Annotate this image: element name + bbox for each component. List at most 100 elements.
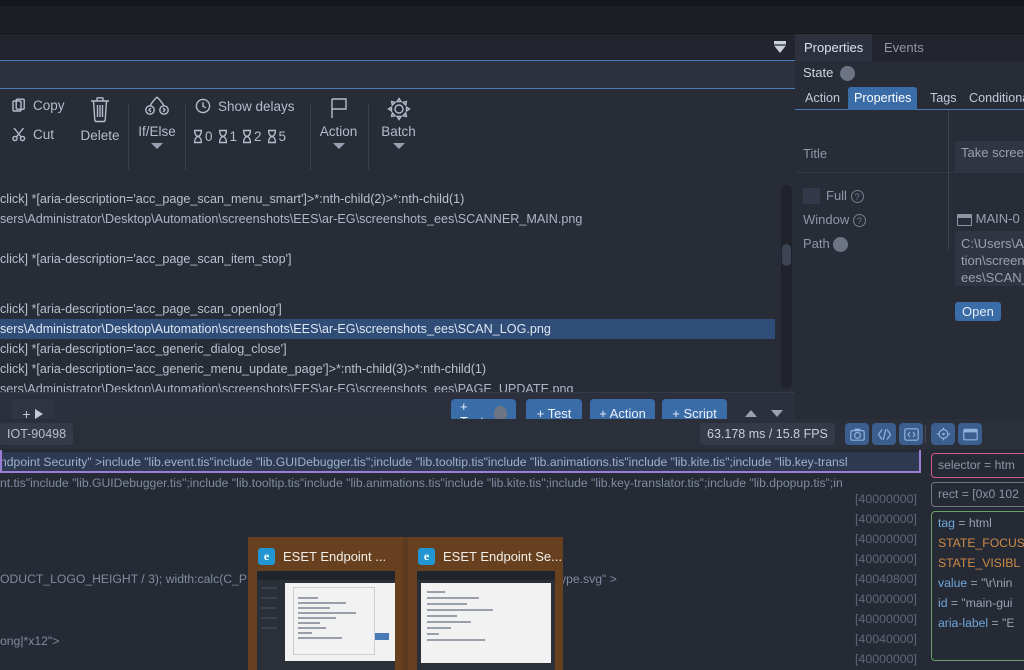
hourglass-icon: [218, 129, 227, 144]
address-value: [40000000]: [854, 512, 917, 526]
camera-icon-button[interactable]: [845, 423, 869, 445]
stack-icon[interactable]: [833, 237, 849, 253]
title-field[interactable]: Take screen: [955, 141, 1024, 173]
attribute-key: value: [938, 576, 968, 590]
code-line-selected[interactable]: ndpoint Security" >include "lib.event.ti…: [0, 452, 921, 473]
preview-thumbnail[interactable]: [257, 571, 395, 670]
list-item[interactable]: [0, 269, 775, 289]
delay-5-button[interactable]: 5: [266, 129, 286, 144]
window-icon-button[interactable]: [958, 423, 982, 445]
crosshair-target-icon-button[interactable]: [931, 423, 955, 445]
rect-box[interactable]: rect = [0x0 102: [931, 482, 1024, 507]
taskbar-preview-2[interactable]: e ESET Endpoint Se...: [408, 537, 563, 670]
properties-subtabbar: Action Properties Tags Conditiona: [795, 87, 1024, 110]
list-scrollbar-track[interactable]: [781, 185, 792, 388]
attribute-value: html: [968, 516, 992, 530]
delay-0-button[interactable]: 0: [192, 129, 213, 144]
subtab-tags[interactable]: Tags: [924, 87, 963, 110]
chevron-down-icon[interactable]: [332, 143, 345, 149]
address-value: [40040000]: [854, 632, 917, 646]
window-icon: [957, 213, 972, 226]
subtab-action[interactable]: Action: [799, 87, 846, 110]
code-highlight-border-bottom: [0, 471, 921, 473]
copy-button[interactable]: Copy: [12, 98, 68, 113]
list-item-selected[interactable]: sers\Administrator\Desktop\Automation\sc…: [0, 319, 775, 339]
properties-tabbar: Properties Events: [795, 34, 1024, 61]
code-line-fragment[interactable]: ype.svg" >: [560, 569, 617, 590]
list-scrollbar-thumb[interactable]: [782, 244, 791, 266]
attributes-box[interactable]: tag = html STATE_FOCUS STATE_VISIBL valu…: [931, 511, 1024, 661]
state-label: State: [803, 65, 834, 80]
list-item[interactable]: click] *[aria-description='acc_generic_m…: [0, 359, 775, 379]
window-value-wrap[interactable]: MAIN-0: [957, 211, 1020, 226]
state-indicator-dot[interactable]: [840, 66, 855, 81]
filter-funnel-icon[interactable]: [771, 40, 789, 54]
help-icon[interactable]: ?: [850, 190, 864, 204]
toolbar-divider: [128, 104, 129, 170]
list-item[interactable]: click] *[aria-description='acc_page_scan…: [0, 249, 775, 269]
preview-thumbnail[interactable]: [417, 571, 555, 670]
gear-icon: [386, 97, 411, 121]
delay-1-label: 1: [229, 129, 238, 144]
crosshair-target-icon: [936, 427, 950, 441]
toolbar-divider-4: [368, 104, 369, 170]
statusbar-divider: [925, 425, 926, 443]
full-label-wrap: Full ?: [826, 188, 864, 204]
window-icon: [962, 428, 978, 440]
attribute-op: =: [967, 576, 982, 590]
list-item[interactable]: [0, 229, 775, 249]
code-highlight-border-right: [919, 450, 921, 472]
list-item[interactable]: click] *[aria-description='acc_page_scan…: [0, 189, 775, 209]
delay-1-button[interactable]: 1: [217, 129, 238, 144]
attribute-row: value = "\r\nin: [938, 576, 1012, 590]
taskbar-preview-1[interactable]: e ESET Endpoint ...: [248, 537, 403, 670]
batch-button[interactable]: Batch: [372, 90, 425, 184]
help-icon[interactable]: ?: [852, 214, 866, 228]
step-list[interactable]: click] *[aria-description='acc_page_scan…: [0, 184, 795, 396]
test-editor-pane: Copy Cut Delete If/Else Show delays 0 1 …: [0, 34, 795, 453]
subtab-conditional[interactable]: Conditiona: [963, 87, 1024, 110]
selector-box[interactable]: selector = htm: [931, 453, 1024, 478]
window-value: MAIN-0: [975, 211, 1020, 226]
window-label-wrap: Window ?: [803, 212, 866, 228]
cut-button[interactable]: Cut: [12, 127, 68, 142]
path-value-line3: ees\SCAN_: [961, 270, 1024, 285]
window-label: Window: [803, 212, 850, 227]
attribute-row: tag = html: [938, 516, 992, 530]
chevron-down-icon[interactable]: [392, 143, 405, 149]
attribute-value: "E: [1002, 616, 1015, 630]
list-item[interactable]: click] *[aria-description='acc_generic_d…: [0, 339, 775, 359]
path-value-line2: tion\screen: [961, 253, 1024, 268]
chevron-down-icon[interactable]: [151, 143, 163, 149]
code-brackets-icon-button[interactable]: [872, 423, 896, 445]
full-label: Full: [826, 188, 847, 203]
search-input[interactable]: [0, 60, 795, 89]
attribute-key: id: [938, 596, 948, 610]
column-divider: [948, 110, 949, 250]
code-line[interactable]: ODUCT_LOGO_HEIGHT / 3); width:calc(C_P: [0, 569, 247, 590]
tab-properties[interactable]: Properties: [795, 34, 873, 61]
if-else-button[interactable]: If/Else: [131, 90, 183, 184]
list-item[interactable]: sers\Administrator\Desktop\Automation\sc…: [0, 209, 775, 229]
inspect-panel-icon-button[interactable]: [899, 423, 923, 445]
code-brackets-icon: [877, 428, 891, 440]
top-dark-strip: [0, 0, 1024, 34]
subtab-properties[interactable]: Properties: [848, 87, 918, 110]
action-button[interactable]: Action: [312, 90, 365, 184]
path-field[interactable]: C:\Users\Ad tion\screen ees\SCAN_: [955, 231, 1024, 286]
open-button[interactable]: Open: [955, 302, 1001, 321]
code-line[interactable]: ong|*x12">: [0, 631, 59, 652]
code-line[interactable]: nt.tis"include "lib.GUIDebugger.tis";inc…: [0, 473, 843, 494]
show-delays-button[interactable]: Show delays: [195, 98, 307, 114]
delay-2-button[interactable]: 2: [241, 129, 262, 144]
attribute-row: aria-label = "E: [938, 616, 1015, 630]
attribute-op: =: [988, 616, 1003, 630]
full-checkbox[interactable]: [803, 188, 820, 204]
attribute-op: =: [947, 596, 962, 610]
delete-button[interactable]: Delete: [72, 90, 128, 184]
hourglass-icon: [193, 129, 203, 144]
tab-events[interactable]: Events: [875, 34, 933, 61]
triangle-down-icon: [771, 410, 783, 417]
dom-inspector-pane[interactable]: selector = htm rect = [0x0 102 tag = htm…: [925, 449, 1024, 670]
list-item[interactable]: click] *[aria-description='acc_page_scan…: [0, 299, 775, 319]
